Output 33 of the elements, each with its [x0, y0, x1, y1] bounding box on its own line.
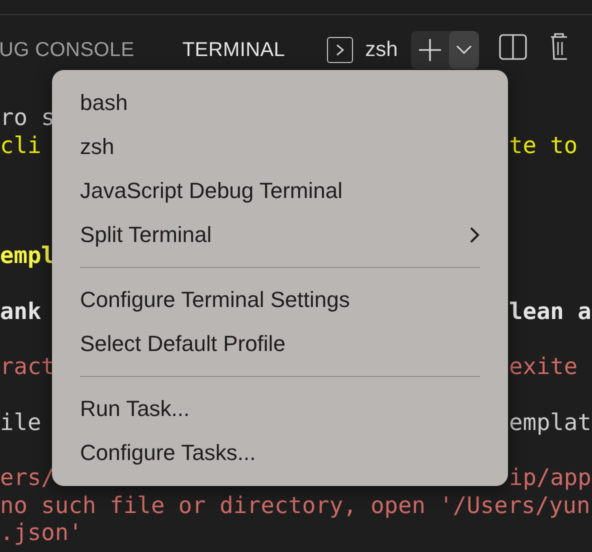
terminal-text: ro s [0, 105, 55, 133]
terminal-icon [327, 37, 354, 63]
terminal-text: exite [509, 354, 578, 382]
plus-icon [418, 38, 442, 62]
menu-item[interactable]: Select Default Profile [80, 322, 480, 366]
terminal-text: empl [0, 243, 55, 272]
terminal-text: cli [0, 132, 42, 160]
menu-item[interactable]: bash [80, 81, 480, 125]
menu-item[interactable]: Configure Terminal Settings [80, 278, 480, 322]
menu-item[interactable]: Configure Tasks... [80, 431, 480, 475]
trash-icon[interactable] [550, 33, 567, 61]
terminal-text: ip/app [509, 464, 592, 493]
terminal-text: ers/ [0, 464, 55, 493]
panel-tab[interactable]: TERMINAL [182, 38, 286, 62]
terminal-selector[interactable]: zsh [365, 38, 398, 62]
terminal-text: ank [0, 298, 42, 327]
menu-item[interactable]: zsh [80, 125, 480, 169]
terminal-text: no such file or directory, open '/Users/yun [0, 492, 590, 520]
terminal-text: .json' [0, 520, 82, 548]
panel-tab[interactable]: UG CONSOLE [0, 38, 134, 62]
chevron-right-icon [470, 227, 480, 243]
menu-item[interactable]: JavaScript Debug Terminal [80, 169, 480, 213]
dropdown-button[interactable] [448, 31, 479, 69]
terminal-text: te to [509, 132, 578, 160]
menu-item[interactable]: Run Task... [80, 387, 480, 431]
terminal-text: emplat [509, 410, 592, 438]
menu-item[interactable]: Split Terminal [80, 213, 480, 257]
terminal-text: ract [0, 354, 55, 382]
chevron-down-icon [456, 45, 472, 55]
new-terminal-button[interactable] [410, 31, 479, 69]
terminal-text: ile [0, 410, 42, 438]
split-terminal-icon[interactable] [498, 34, 527, 60]
terminal-text: lean a [509, 298, 592, 327]
